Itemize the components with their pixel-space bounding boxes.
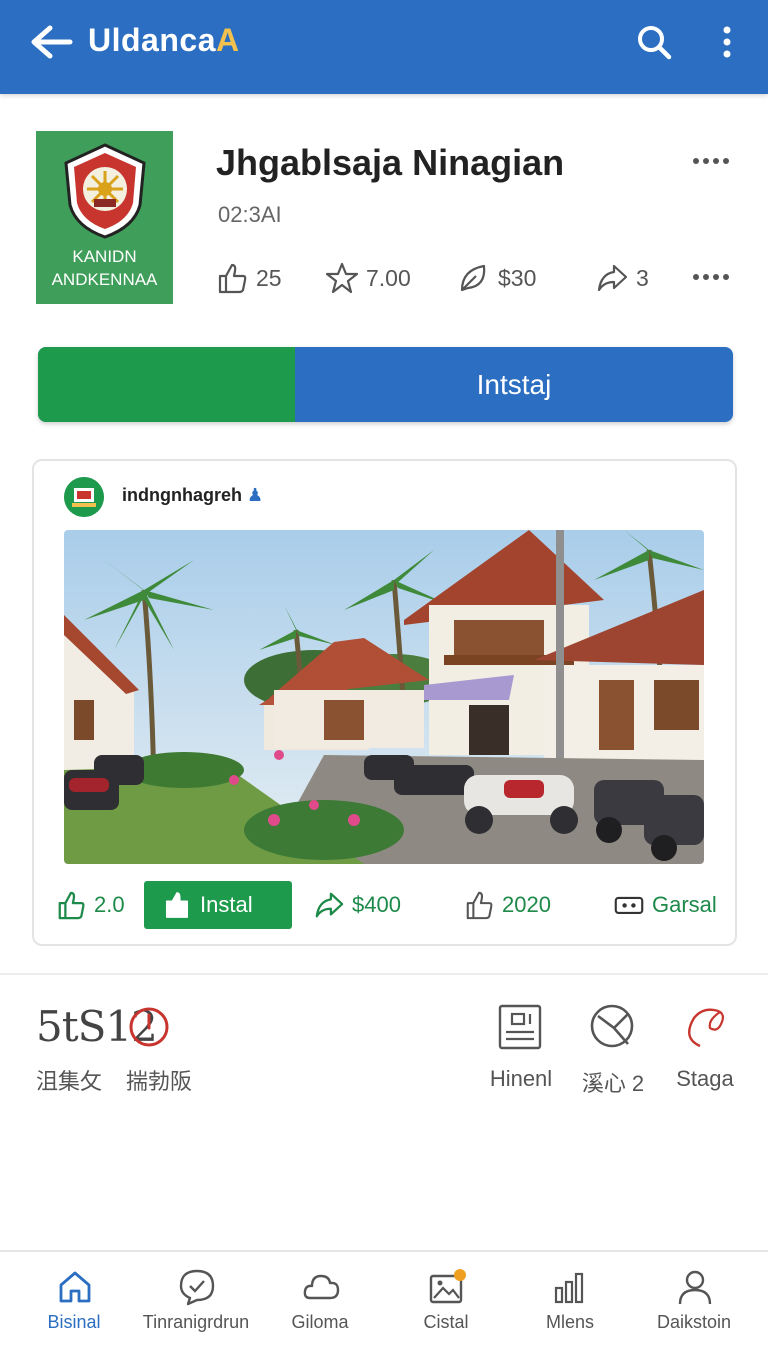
chat-check-icon [179, 1269, 215, 1306]
star-icon [326, 262, 358, 294]
more-horizontal-icon[interactable] [692, 156, 730, 166]
nav-item-tinranigrdrun[interactable]: Tinranigrdrun [132, 1252, 260, 1346]
dots-box-icon [614, 896, 644, 914]
tool-ring[interactable]: Staga [676, 1002, 734, 1091]
home-icon [59, 1271, 91, 1303]
nav-label: Tinranigrdrun [142, 1312, 250, 1332]
emblem-icon [64, 143, 146, 239]
kebab-menu-icon[interactable] [714, 22, 740, 62]
post-card: indngnhagreh ♟ 2.0 Instal $400 2020 Gars… [32, 459, 737, 946]
app-timestamp: 02:3AI [218, 202, 282, 227]
share-action[interactable]: $400 [314, 883, 401, 927]
person-icon [678, 1270, 712, 1305]
bar-chart-icon [554, 1272, 584, 1304]
image-icon [429, 1269, 466, 1304]
app-bar: UldancaA [0, 0, 768, 94]
info-label-right: 揣勃阪 [126, 1070, 193, 1095]
bottom-navigation: Bisinal Tinranigrdrun Giloma Cistal Mlen… [0, 1250, 768, 1344]
stat-shares[interactable]: 3 [596, 260, 649, 296]
install-action-button[interactable]: Instal [144, 881, 292, 929]
tool-compass[interactable]: 溪心 2 [582, 1002, 644, 1096]
action-label: $400 [352, 892, 401, 917]
more-horizontal-icon[interactable] [692, 272, 730, 282]
app-icon[interactable]: KANIDN ANDKENNAA [36, 131, 173, 304]
stat-value: 25 [256, 264, 282, 291]
nav-item-mlens[interactable]: Mlens [506, 1252, 634, 1346]
title-accent: A [215, 22, 240, 58]
stat-action[interactable]: 2020 [464, 883, 551, 927]
more-action[interactable]: Garsal [614, 883, 717, 927]
action-label: 2.0 [94, 892, 125, 917]
ring-icon [688, 1008, 724, 1048]
share-icon [315, 892, 344, 918]
leaf-icon [460, 264, 486, 292]
timer-icon[interactable] [128, 1006, 170, 1048]
stat-likes[interactable]: 25 [216, 260, 282, 296]
document-icon [498, 1004, 542, 1050]
nav-item-daikstoin[interactable]: Daikstoin [630, 1252, 758, 1346]
stat-value: $30 [498, 264, 537, 291]
arrow-left-icon[interactable] [28, 22, 74, 62]
nav-label: Giloma [291, 1312, 349, 1332]
stat-value: 7.00 [366, 264, 411, 291]
action-label: Garsal [652, 892, 717, 917]
tool-label: Staga [676, 1066, 734, 1091]
avatar[interactable] [64, 477, 104, 517]
nav-label: Cistal [423, 1312, 469, 1332]
app-bar-title: UldancaA [88, 22, 240, 58]
install-button-label: Intstaj [476, 369, 552, 400]
like-action[interactable]: 2.0 [56, 883, 125, 927]
tool-document[interactable]: Hinenl [490, 1002, 552, 1091]
thumbs-up-icon [218, 263, 247, 294]
post-photo[interactable] [64, 530, 704, 864]
action-label: 2020 [502, 892, 551, 917]
section-divider [0, 973, 768, 975]
install-progress [38, 347, 295, 422]
action-label: Instal [200, 892, 253, 917]
thumbs-up-icon [466, 891, 493, 920]
compass-icon [590, 1004, 634, 1048]
thumbs-up-icon [58, 891, 85, 920]
cloud-icon [303, 1274, 340, 1300]
share-icon [597, 264, 628, 292]
app-title: Jhgablsaja Ninagian [216, 142, 565, 183]
nav-label: Mlens [545, 1312, 594, 1332]
app-icon-label: KANIDN ANDKENNAA [51, 247, 158, 289]
stat-value: 3 [636, 264, 649, 291]
post-actions: 2.0 Instal $400 2020 Garsal [54, 881, 724, 931]
user-badge-icon: ♟ [247, 485, 264, 505]
nav-label: Daikstoin [656, 1312, 732, 1332]
search-icon[interactable] [634, 22, 674, 62]
stat-price[interactable]: $30 [458, 260, 536, 296]
install-icon [165, 892, 189, 918]
nav-label: Bisinal [47, 1312, 101, 1332]
stat-rating[interactable]: 7.00 [326, 260, 411, 296]
info-label-left: 沮集攵 [36, 1070, 103, 1095]
post-username[interactable]: indngnhagreh ♟ [122, 485, 263, 506]
nav-item-giloma[interactable]: Giloma [256, 1252, 384, 1346]
install-button[interactable]: Intstaj [38, 347, 733, 422]
nav-item-cistal[interactable]: Cistal [382, 1252, 510, 1346]
nav-item-bisinal[interactable]: Bisinal [10, 1252, 138, 1346]
